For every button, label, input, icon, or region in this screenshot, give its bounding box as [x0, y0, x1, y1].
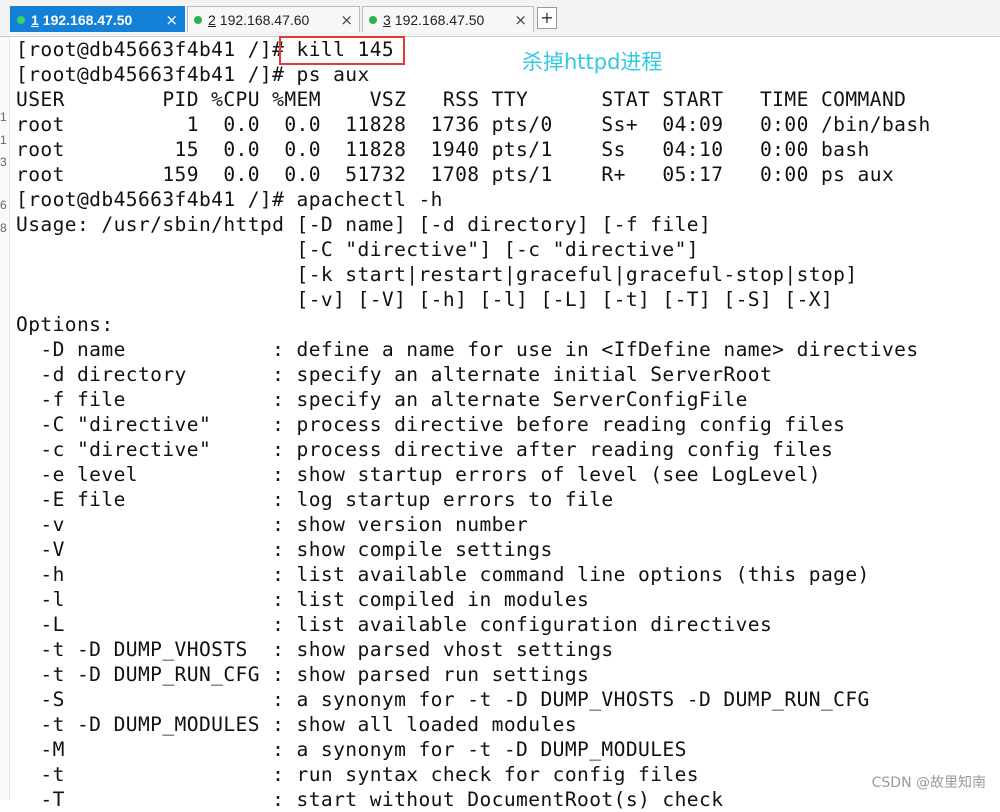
- terminal-line: Usage: /usr/sbin/httpd [-D name] [-d dir…: [16, 213, 712, 236]
- terminal-line: -D name : define a name for use in <IfDe…: [16, 338, 919, 361]
- terminal-line: USER PID %CPU %MEM VSZ RSS TTY STAT STAR…: [16, 88, 907, 111]
- tab-number: 1: [31, 11, 39, 28]
- terminal-line: -t -D DUMP_VHOSTS : show parsed vhost se…: [16, 638, 614, 661]
- terminal-line: -c "directive" : process directive after…: [16, 438, 834, 461]
- tab-bar: 1 192.168.47.50 × 2 192.168.47.60 × 3 19…: [0, 0, 1000, 37]
- terminal-line: [root@db45663f4b41 /]# kill 145: [16, 38, 395, 61]
- terminal-line: -l : list compiled in modules: [16, 588, 590, 611]
- terminal-line: -M : a synonym for -t -D DUMP_MODULES: [16, 738, 687, 761]
- annotation-note: 杀掉httpd进程: [522, 50, 663, 74]
- terminal-line: -f file : specify an alternate ServerCon…: [16, 388, 748, 411]
- gutter-mark: 1: [0, 133, 7, 147]
- terminal-line: -h : list available command line options…: [16, 563, 870, 586]
- csdn-watermark: CSDN @故里知南: [871, 775, 986, 791]
- gutter-mark: 8: [0, 221, 7, 235]
- tab-host-label: 192.168.47.50: [394, 11, 485, 28]
- terminal-line: Options:: [16, 313, 114, 336]
- terminal-line: -t -D DUMP_RUN_CFG : show parsed run set…: [16, 663, 590, 686]
- terminal-line: -e level : show startup errors of level …: [16, 463, 821, 486]
- tab-session-3[interactable]: 3 192.168.47.50 ×: [362, 6, 534, 32]
- terminal-line: -t -D DUMP_MODULES : show all loaded mod…: [16, 713, 578, 736]
- terminal-line: -V : show compile settings: [16, 538, 553, 561]
- terminal-line: -E file : log startup errors to file: [16, 488, 614, 511]
- tab-number: 3: [383, 11, 391, 28]
- terminal-line: -C "directive" : process directive befor…: [16, 413, 846, 436]
- terminal-line: root 15 0.0 0.0 11828 1940 pts/1 Ss 04:1…: [16, 138, 870, 161]
- tab-session-1[interactable]: 1 192.168.47.50 ×: [10, 6, 185, 32]
- terminal-line: -S : a synonym for -t -D DUMP_VHOSTS -D …: [16, 688, 870, 711]
- terminal-line: -v : show version number: [16, 513, 529, 536]
- terminal-line: -L : list available configuration direct…: [16, 613, 773, 636]
- side-gutter: 1 1 3 6 8: [0, 37, 10, 800]
- terminal-line: -t : run syntax check for config files: [16, 763, 699, 786]
- tab-host-label: 192.168.47.50: [42, 11, 133, 28]
- terminal-line: [-v] [-V] [-h] [-l] [-L] [-t] [-T] [-S] …: [16, 288, 834, 311]
- connected-status-icon: [369, 15, 377, 24]
- connected-status-icon: [17, 15, 25, 24]
- terminal-line: [-k start|restart|graceful|graceful-stop…: [16, 263, 858, 286]
- kill-command-highlight-box: [279, 36, 405, 65]
- tab-host-label: 192.168.47.60: [219, 11, 310, 28]
- close-tab-icon[interactable]: ×: [514, 11, 527, 29]
- gutter-mark: 1: [0, 110, 7, 124]
- terminal-line: root 1 0.0 0.0 11828 1736 pts/0 Ss+ 04:0…: [16, 113, 931, 136]
- connected-status-icon: [194, 15, 202, 24]
- terminal-output[interactable]: [root@db45663f4b41 /]# kill 145 [root@db…: [16, 37, 1000, 812]
- tab-session-2[interactable]: 2 192.168.47.60 ×: [187, 6, 360, 32]
- terminal-line: [root@db45663f4b41 /]# apachectl -h: [16, 188, 443, 211]
- terminal-line: [root@db45663f4b41 /]# ps aux: [16, 63, 370, 86]
- terminal-line: [-C "directive"] [-c "directive"]: [16, 238, 699, 261]
- close-tab-icon[interactable]: ×: [340, 11, 353, 29]
- terminal-line: root 159 0.0 0.0 51732 1708 pts/1 R+ 05:…: [16, 163, 895, 186]
- close-tab-icon[interactable]: ×: [165, 11, 178, 29]
- gutter-mark: 6: [0, 198, 7, 212]
- tab-number: 2: [208, 11, 216, 28]
- add-tab-button[interactable]: +: [537, 7, 557, 29]
- terminal-line: -d directory : specify an alternate init…: [16, 363, 773, 386]
- gutter-mark: 3: [0, 155, 7, 169]
